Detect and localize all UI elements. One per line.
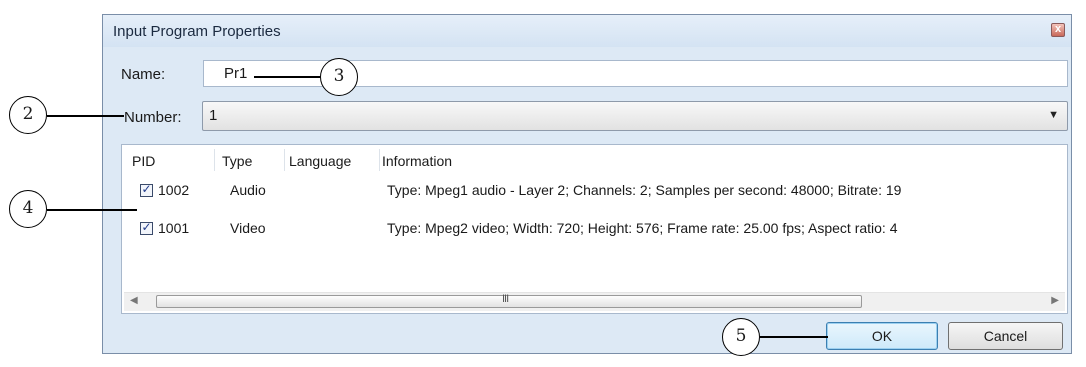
information-cell: Type: Mpeg1 audio - Layer 2; Channels: 2… bbox=[387, 182, 902, 198]
name-label: Name: bbox=[121, 66, 166, 83]
row-checkbox[interactable]: ✓ bbox=[140, 220, 153, 235]
ok-button[interactable]: OK bbox=[826, 322, 938, 350]
name-input-value: Pr1 bbox=[224, 65, 248, 82]
leader-line bbox=[47, 115, 124, 117]
checkmark-icon: ✓ bbox=[141, 182, 152, 196]
pid-cell: 1002 bbox=[158, 182, 190, 198]
horizontal-scrollbar[interactable]: ◀ III ▶ bbox=[124, 292, 1065, 311]
callout-2: 2 bbox=[9, 96, 47, 134]
column-divider[interactable] bbox=[379, 149, 380, 171]
type-cell: Audio bbox=[230, 182, 266, 198]
leader-line bbox=[254, 76, 320, 78]
title-bar[interactable]: Input Program Properties x bbox=[103, 15, 1071, 47]
scroll-right-icon[interactable]: ▶ bbox=[1051, 295, 1059, 306]
close-button[interactable]: x bbox=[1051, 23, 1065, 37]
table-row[interactable]: ✓ 1001 Video Type: Mpeg2 video; Width: 7… bbox=[122, 218, 1067, 242]
callout-5: 5 bbox=[722, 318, 760, 356]
cancel-button[interactable]: Cancel bbox=[948, 322, 1063, 350]
checkmark-icon: ✓ bbox=[141, 220, 152, 234]
scrollbar-thumb[interactable]: III bbox=[156, 293, 862, 308]
pid-cell: 1001 bbox=[158, 220, 190, 236]
column-divider[interactable] bbox=[284, 149, 285, 171]
callout-4: 4 bbox=[9, 190, 47, 228]
close-icon: x bbox=[1054, 23, 1062, 35]
dialog-title: Input Program Properties bbox=[113, 23, 281, 40]
pid-list-view[interactable]: PID Type Language Information ✓ 1002 Aud… bbox=[121, 144, 1068, 314]
column-header-type[interactable]: Type bbox=[222, 153, 252, 169]
table-row[interactable]: ✓ 1002 Audio Type: Mpeg1 audio - Layer 2… bbox=[122, 180, 1067, 204]
leader-line bbox=[47, 209, 137, 211]
number-label: Number: bbox=[124, 109, 182, 126]
type-cell: Video bbox=[230, 220, 266, 236]
column-divider[interactable] bbox=[214, 149, 215, 171]
grip-icon: III bbox=[502, 293, 509, 305]
number-select-value: 1 bbox=[209, 107, 218, 124]
leader-line bbox=[760, 336, 828, 338]
information-cell: Type: Mpeg2 video; Width: 720; Height: 5… bbox=[387, 220, 898, 236]
chevron-down-icon[interactable]: ▼ bbox=[1048, 109, 1059, 121]
column-header-pid[interactable]: PID bbox=[132, 153, 155, 169]
row-checkbox[interactable]: ✓ bbox=[140, 182, 153, 197]
column-header-language[interactable]: Language bbox=[289, 153, 351, 169]
number-select[interactable]: 1 ▼ bbox=[202, 101, 1068, 131]
scroll-left-icon[interactable]: ◀ bbox=[130, 295, 138, 306]
column-header-information[interactable]: Information bbox=[382, 153, 452, 169]
callout-3: 3 bbox=[320, 58, 358, 96]
